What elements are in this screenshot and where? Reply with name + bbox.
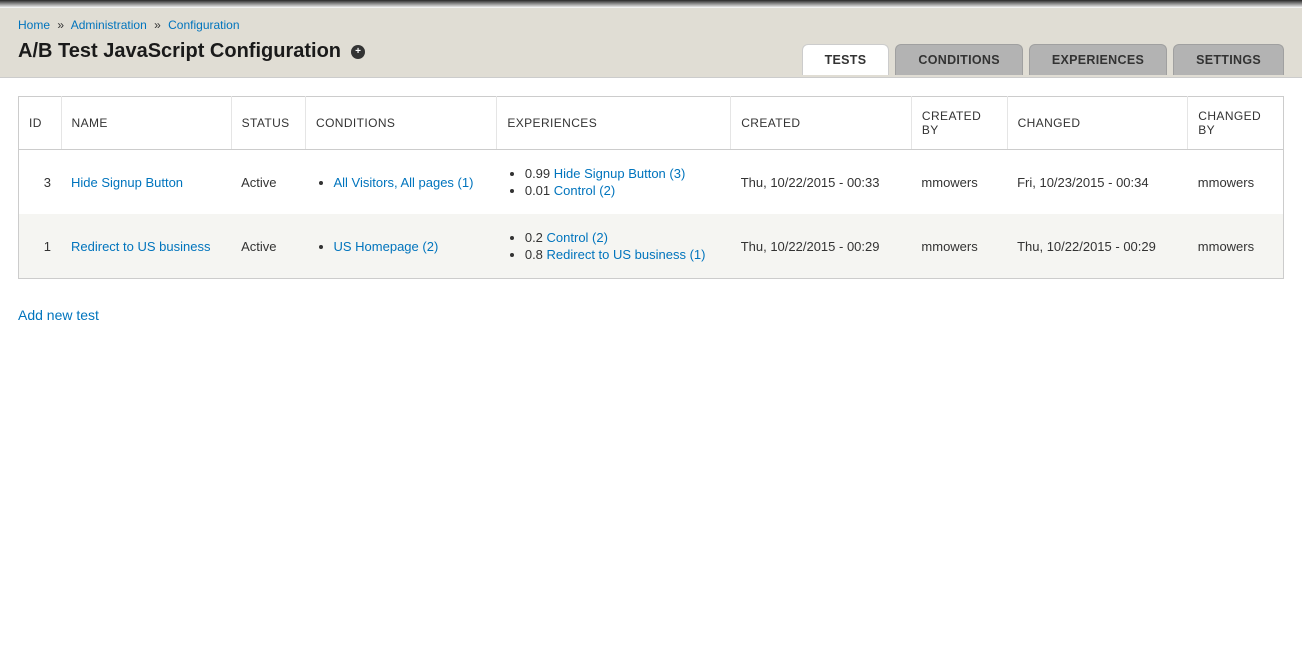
breadcrumb-configuration[interactable]: Configuration: [168, 18, 239, 32]
experience-weight: 0.99: [525, 166, 554, 181]
cell-created-by: mmowers: [911, 150, 1007, 215]
tab-settings[interactable]: SETTINGS: [1173, 44, 1284, 75]
col-header-id[interactable]: ID: [19, 97, 62, 150]
col-header-created-by[interactable]: CREATED BY: [911, 97, 1007, 150]
col-header-conditions[interactable]: CONDITIONS: [306, 97, 497, 150]
cell-created: Thu, 10/22/2015 - 00:29: [731, 214, 912, 279]
below-actions: Add new test: [18, 307, 1284, 323]
cell-name: Hide Signup Button: [61, 150, 231, 215]
list-item: 0.8 Redirect to US business (1): [525, 247, 721, 262]
cell-status: Active: [231, 214, 305, 279]
col-header-created[interactable]: CREATED: [731, 97, 912, 150]
breadcrumb: Home » Administration » Configuration: [18, 18, 1284, 32]
cell-status: Active: [231, 150, 305, 215]
experience-weight: 0.2: [525, 230, 547, 245]
cell-experiences: 0.99 Hide Signup Button (3)0.01 Control …: [497, 150, 731, 215]
cell-name: Redirect to US business: [61, 214, 231, 279]
main-content: ID NAME STATUS CONDITIONS EXPERIENCES CR…: [0, 78, 1302, 341]
admin-header: Home » Administration » Configuration A/…: [0, 8, 1302, 78]
experience-weight: 0.01: [525, 183, 554, 198]
condition-link[interactable]: US Homepage (2): [334, 239, 439, 254]
add-icon[interactable]: +: [351, 45, 365, 59]
col-header-changed[interactable]: CHANGED: [1007, 97, 1188, 150]
breadcrumb-sep: »: [150, 18, 165, 32]
col-header-status[interactable]: STATUS: [231, 97, 305, 150]
table-row: 3 Hide Signup Button Active All Visitors, A…: [19, 150, 1284, 215]
breadcrumb-administration[interactable]: Administration: [71, 18, 147, 32]
cell-changed-by: mmowers: [1188, 214, 1284, 279]
cell-changed-by: mmowers: [1188, 150, 1284, 215]
tab-tests[interactable]: TESTS: [802, 44, 890, 75]
experience-link[interactable]: Control (2): [547, 230, 608, 245]
cell-conditions: All Visitors, All pages (1): [306, 150, 497, 215]
page-title: A/B Test JavaScript Configuration +: [18, 40, 365, 77]
cell-created-by: mmowers: [911, 214, 1007, 279]
page-title-text: A/B Test JavaScript Configuration: [18, 40, 341, 63]
cell-id: 1: [19, 214, 62, 279]
col-header-experiences[interactable]: EXPERIENCES: [497, 97, 731, 150]
cell-experiences: 0.2 Control (2)0.8 Redirect to US busine…: [497, 214, 731, 279]
col-header-name[interactable]: NAME: [61, 97, 231, 150]
primary-tabs: TESTS CONDITIONS EXPERIENCES SETTINGS: [802, 44, 1284, 75]
tab-experiences[interactable]: EXPERIENCES: [1029, 44, 1167, 75]
tests-table: ID NAME STATUS CONDITIONS EXPERIENCES CR…: [18, 96, 1284, 279]
list-item: 0.01 Control (2): [525, 183, 721, 198]
condition-link[interactable]: All Visitors, All pages (1): [334, 175, 474, 190]
list-item: 0.99 Hide Signup Button (3): [525, 166, 721, 181]
breadcrumb-sep: »: [53, 18, 68, 32]
list-item: 0.2 Control (2): [525, 230, 721, 245]
tab-conditions[interactable]: CONDITIONS: [895, 44, 1022, 75]
experience-link[interactable]: Redirect to US business (1): [547, 247, 706, 262]
test-name-link[interactable]: Hide Signup Button: [71, 175, 183, 190]
breadcrumb-home[interactable]: Home: [18, 18, 50, 32]
test-name-link[interactable]: Redirect to US business: [71, 239, 210, 254]
cell-changed: Fri, 10/23/2015 - 00:34: [1007, 150, 1188, 215]
cell-conditions: US Homepage (2): [306, 214, 497, 279]
table-row: 1 Redirect to US business Active US Homepag…: [19, 214, 1284, 279]
list-item: All Visitors, All pages (1): [334, 175, 487, 190]
cell-id: 3: [19, 150, 62, 215]
add-new-test-link[interactable]: Add new test: [18, 307, 99, 323]
cell-created: Thu, 10/22/2015 - 00:33: [731, 150, 912, 215]
cell-changed: Thu, 10/22/2015 - 00:29: [1007, 214, 1188, 279]
experience-link[interactable]: Control (2): [554, 183, 615, 198]
col-header-changed-by[interactable]: CHANGED BY: [1188, 97, 1284, 150]
experience-weight: 0.8: [525, 247, 547, 262]
experience-link[interactable]: Hide Signup Button (3): [554, 166, 686, 181]
list-item: US Homepage (2): [334, 239, 487, 254]
